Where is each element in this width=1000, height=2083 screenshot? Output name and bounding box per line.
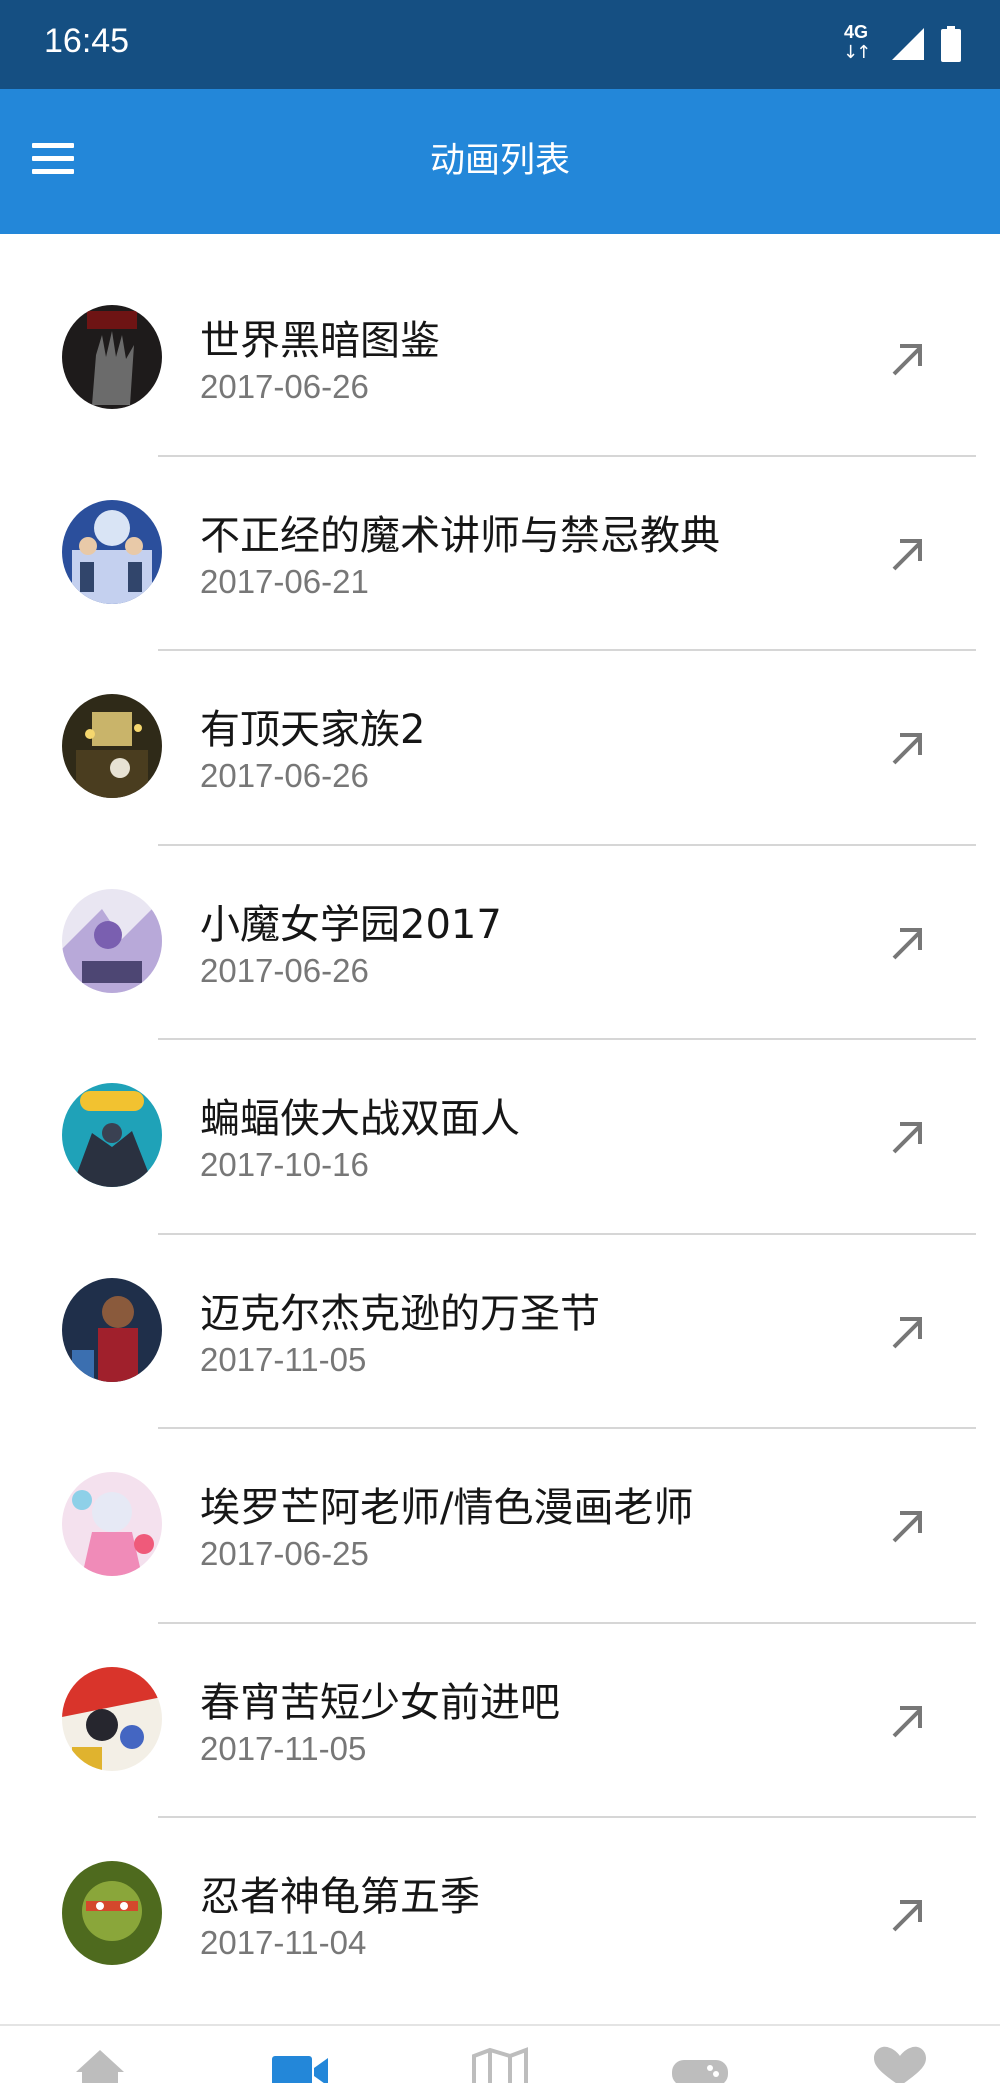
anime-list: 世界黑暗图鉴 2017-06-26 不正经的魔术讲师与禁忌教典 2017-06-… bbox=[0, 262, 1000, 2013]
heart-icon[interactable] bbox=[870, 2046, 930, 2083]
list-item[interactable]: 春宵苦短少女前进吧 2017-11-05 bbox=[0, 1624, 1000, 1818]
open-arrow-icon[interactable] bbox=[888, 1896, 926, 1934]
list-item[interactable]: 迈克尔杰克逊的万圣节 2017-11-05 bbox=[0, 1235, 1000, 1429]
anime-date: 2017-11-05 bbox=[200, 1729, 367, 1767]
status-icons: 4G ↓↑ bbox=[840, 22, 962, 66]
bottom-navigation bbox=[0, 2024, 1000, 2083]
anime-date: 2017-11-04 bbox=[200, 1924, 367, 1961]
open-arrow-icon[interactable] bbox=[888, 729, 926, 767]
open-arrow-icon[interactable] bbox=[888, 1313, 926, 1351]
status-bar: 16:45 4G ↓↑ bbox=[0, 0, 1000, 89]
list-item[interactable]: 忍者神龟第五季 2017-11-04 bbox=[0, 1818, 1000, 2013]
anime-title: 蝙蝠侠大战双面人 bbox=[200, 1096, 520, 1142]
list-item[interactable]: 世界黑暗图鉴 2017-06-26 bbox=[0, 262, 1000, 457]
page-title: 动画列表 bbox=[429, 141, 570, 181]
anime-thumbnail bbox=[62, 1666, 162, 1771]
anime-thumbnail bbox=[62, 1277, 162, 1382]
menu-icon[interactable] bbox=[28, 137, 78, 187]
gamepad-icon[interactable] bbox=[670, 2046, 730, 2083]
open-arrow-icon[interactable] bbox=[888, 1702, 926, 1740]
anime-thumbnail bbox=[62, 305, 162, 409]
network-type-label: 4G bbox=[844, 22, 869, 42]
anime-date: 2017-06-26 bbox=[200, 757, 369, 794]
anime-thumbnail bbox=[62, 1861, 162, 1965]
anime-date: 2017-06-25 bbox=[200, 1535, 369, 1572]
anime-title: 有顶天家族2 bbox=[200, 707, 426, 753]
open-arrow-icon[interactable] bbox=[888, 1118, 926, 1156]
list-item[interactable]: 埃罗芒阿老师/情色漫画老师 2017-06-25 bbox=[0, 1429, 1000, 1624]
open-arrow-icon[interactable] bbox=[888, 1507, 926, 1545]
list-item[interactable]: 不正经的魔术讲师与禁忌教典 2017-06-21 bbox=[0, 457, 1000, 651]
open-arrow-icon[interactable] bbox=[888, 924, 926, 962]
signal-icon bbox=[892, 28, 924, 60]
anime-date: 2017-11-05 bbox=[200, 1340, 367, 1378]
book-icon[interactable] bbox=[470, 2046, 530, 2083]
app-bar: 动画列表 bbox=[0, 89, 1000, 234]
anime-thumbnail bbox=[62, 499, 162, 604]
anime-thumbnail bbox=[62, 1472, 162, 1576]
anime-thumbnail bbox=[62, 888, 162, 993]
anime-title: 忍者神龟第五季 bbox=[200, 1874, 480, 1920]
anime-date: 2017-06-21 bbox=[200, 562, 369, 600]
anime-title: 世界黑暗图鉴 bbox=[200, 318, 440, 364]
anime-date: 2017-06-26 bbox=[200, 951, 369, 989]
anime-title: 不正经的魔术讲师与禁忌教典 bbox=[200, 512, 720, 559]
network-4g-icon: 4G ↓↑ bbox=[843, 22, 871, 63]
anime-title: 小魔女学园2017 bbox=[200, 901, 502, 948]
home-icon[interactable] bbox=[70, 2046, 130, 2083]
anime-thumbnail bbox=[62, 1083, 162, 1187]
anime-date: 2017-10-16 bbox=[200, 1146, 369, 1183]
list-item[interactable]: 小魔女学园2017 2017-06-26 bbox=[0, 846, 1000, 1040]
anime-date: 2017-06-26 bbox=[200, 368, 369, 405]
anime-title: 迈克尔杰克逊的万圣节 bbox=[200, 1290, 600, 1337]
anime-thumbnail bbox=[62, 694, 162, 798]
status-time: 16:45 bbox=[44, 22, 130, 60]
open-arrow-icon[interactable] bbox=[888, 340, 926, 378]
anime-title: 埃罗芒阿老师/情色漫画老师 bbox=[200, 1485, 694, 1531]
list-item[interactable]: 蝙蝠侠大战双面人 2017-10-16 bbox=[0, 1040, 1000, 1235]
battery-icon bbox=[941, 26, 961, 62]
video-icon[interactable] bbox=[270, 2046, 330, 2083]
open-arrow-icon[interactable] bbox=[888, 535, 926, 573]
anime-title: 春宵苦短少女前进吧 bbox=[200, 1679, 560, 1726]
list-item[interactable]: 有顶天家族2 2017-06-26 bbox=[0, 651, 1000, 846]
